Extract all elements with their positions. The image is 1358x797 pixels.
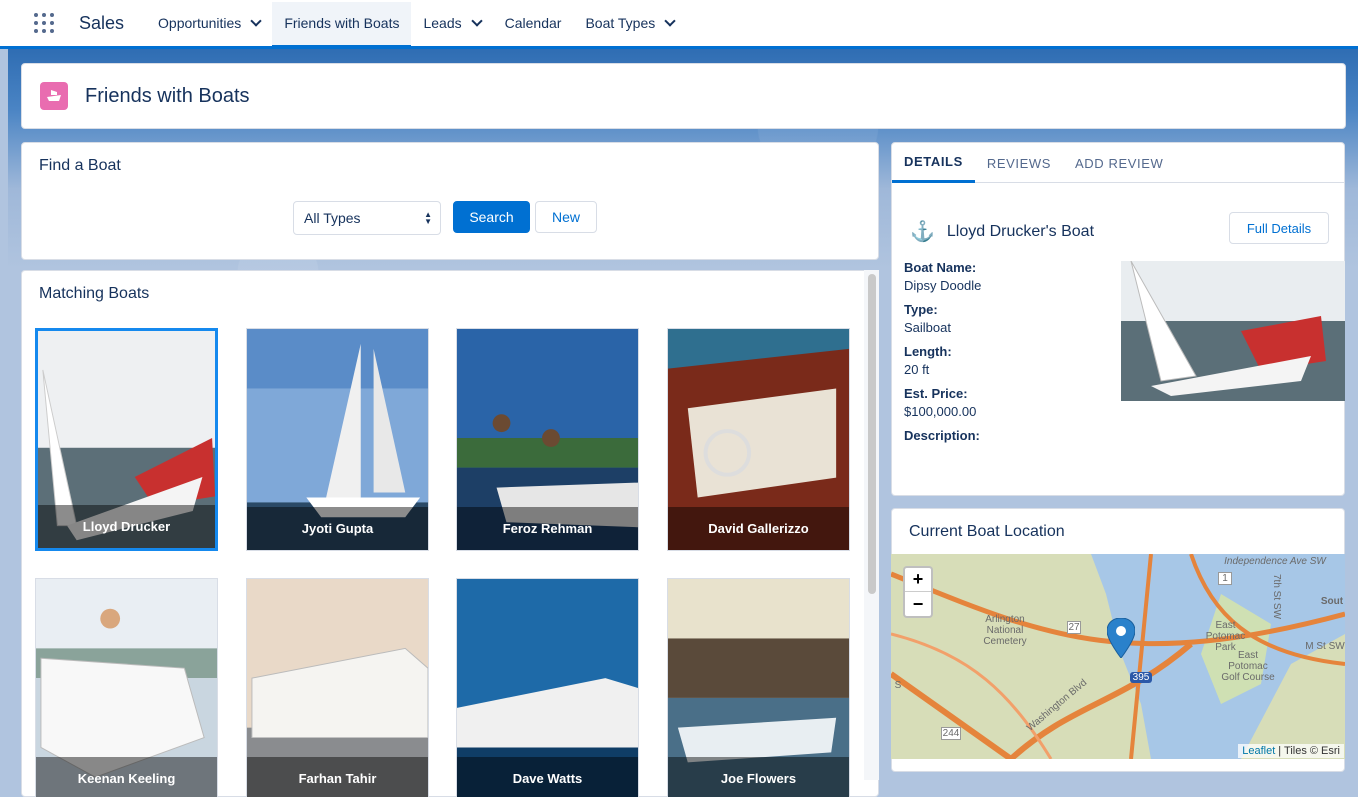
chevron-down-icon[interactable] <box>664 14 676 27</box>
location-pin-icon[interactable] <box>1107 618 1135 658</box>
boat-owner-label: Dave Watts <box>457 757 638 797</box>
tab-add-review[interactable]: ADD REVIEW <box>1063 143 1175 183</box>
app-launcher-icon[interactable] <box>34 13 54 33</box>
boat-owner-label: Jyoti Gupta <box>247 507 428 550</box>
boat-tile[interactable]: Joe Flowers <box>667 578 850 797</box>
boat-title: Lloyd Drucker's Boat <box>946 222 1095 240</box>
boat-detail-photo <box>1121 261 1345 401</box>
boat-owner-label: Joe Flowers <box>668 757 849 797</box>
nav-item-friends-with-boats[interactable]: Friends with Boats <box>272 1 412 48</box>
map-title: Current Boat Location <box>909 523 1065 540</box>
tab-details[interactable]: DETAILS <box>892 143 975 183</box>
find-boat-card: Find a Boat <box>21 142 879 260</box>
map-label-s: S <box>894 680 902 691</box>
field-type: Type: Sailboat <box>904 302 951 335</box>
boat-icon <box>40 82 68 110</box>
page-title: Friends with Boats <box>85 84 250 107</box>
map-label-route-27: 27 <box>1067 621 1081 634</box>
map-attribution: Leaflet | Tiles © Esri <box>1238 744 1344 758</box>
zoom-out-button[interactable]: − <box>905 592 931 616</box>
nav-item-opportunities[interactable]: Opportunities <box>146 0 272 46</box>
matching-boats-title: Matching Boats <box>39 285 150 302</box>
boat-tile[interactable]: Feroz Rehman <box>456 328 639 551</box>
find-boat-title: Find a Boat <box>39 157 121 174</box>
field-est-price: Est. Price: $100,000.00 <box>904 386 977 419</box>
tab-reviews[interactable]: REVIEWS <box>975 143 1063 183</box>
detail-tabs: DETAILS REVIEWS ADD REVIEW <box>892 143 1344 183</box>
search-button[interactable]: Search <box>453 201 530 233</box>
map-label-east-potomac: East Potomac Park <box>1205 620 1246 653</box>
boat-owner-label: Feroz Rehman <box>457 507 638 550</box>
nav-item-calendar[interactable]: Calendar <box>493 0 574 46</box>
map-zoom-control: + − <box>903 566 933 618</box>
map-label-m-street: M St SW <box>1305 641 1345 652</box>
leaflet-link[interactable]: Leaflet <box>1242 745 1275 757</box>
full-details-button[interactable]: Full Details <box>1229 212 1329 244</box>
chevron-down-icon[interactable] <box>470 14 483 27</box>
boat-type-select[interactable]: All Types ▲ ▼ <box>293 201 441 235</box>
boat-owner-label: Lloyd Drucker <box>38 505 215 548</box>
boat-owner-label: David Gallerizzo <box>668 507 849 550</box>
boat-owner-label: Farhan Tahir <box>247 757 428 797</box>
boat-tile[interactable]: David Gallerizzo <box>667 328 850 551</box>
map-label-south: Sout <box>1320 596 1344 607</box>
map-label-7th-st: 7th St SW <box>1271 574 1282 620</box>
boat-tile[interactable]: Jyoti Gupta <box>246 328 429 551</box>
boat-tile[interactable]: Farhan Tahir <box>246 578 429 797</box>
field-length: Length: 20 ft <box>904 344 952 377</box>
map-label-route-1: 1 <box>1218 572 1232 585</box>
map-label-golf: East Potomac Golf Course <box>1221 650 1275 683</box>
select-arrows-icon: ▲ ▼ <box>424 210 432 226</box>
field-description: Description: <box>904 428 980 443</box>
nav-item-boat-types[interactable]: Boat Types <box>573 0 686 46</box>
anchor-icon: ⚓ <box>910 221 935 243</box>
boat-tile[interactable]: Dave Watts <box>456 578 639 797</box>
chevron-down-icon[interactable] <box>250 14 262 27</box>
map-label-route-395: 395 <box>1130 672 1152 683</box>
boat-title-row: ⚓ Lloyd Drucker's Boat <box>910 219 1094 244</box>
boat-tile[interactable]: Lloyd Drucker <box>35 328 218 551</box>
new-button[interactable]: New <box>535 201 597 233</box>
field-boat-name: Boat Name: Dipsy Doodle <box>904 260 982 293</box>
map-label-street-top: Independence Ave SW <box>1224 556 1326 567</box>
map-label-cemetery: Arlington National Cemetery <box>983 614 1027 647</box>
top-navigation: Sales Opportunities Friends with Boats L… <box>0 0 1358 49</box>
scrollbar-thumb[interactable] <box>868 274 876 594</box>
nav-item-leads[interactable]: Leads <box>411 0 492 46</box>
boat-tile[interactable]: Keenan Keeling <box>35 578 218 797</box>
boat-owner-label: Keenan Keeling <box>36 757 217 797</box>
zoom-in-button[interactable]: + <box>905 568 931 592</box>
map-label-route-244: 244 <box>941 727 961 740</box>
page-header: Friends with Boats <box>21 63 1346 129</box>
app-name: Sales <box>79 12 125 33</box>
